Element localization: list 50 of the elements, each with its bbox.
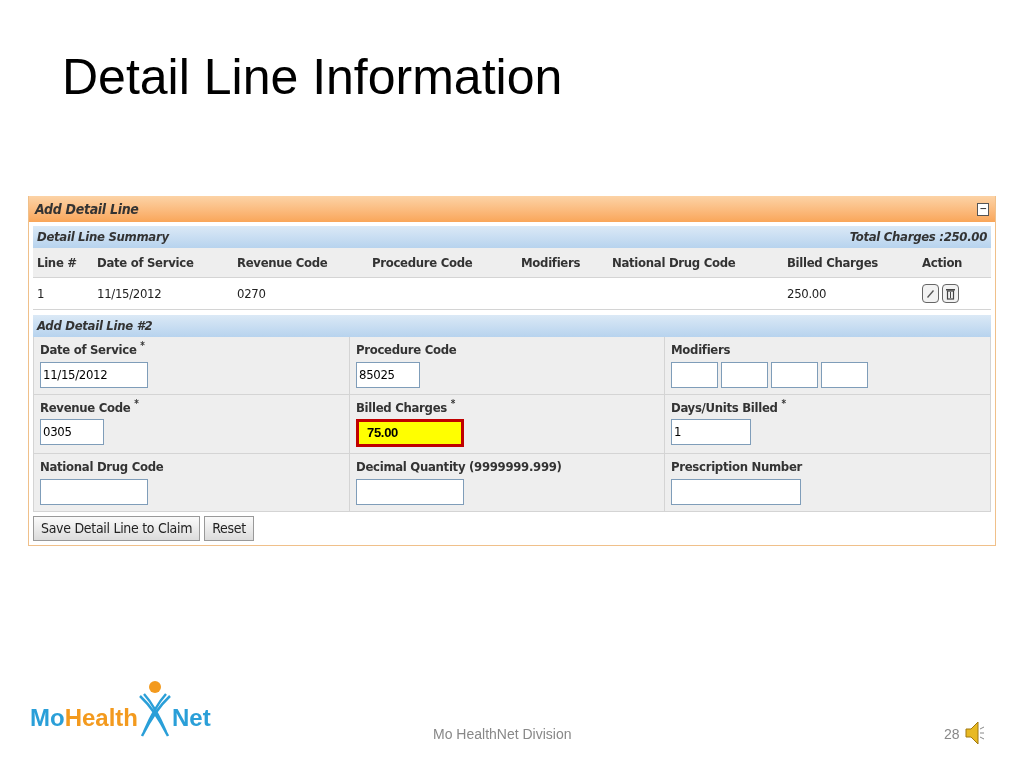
collapse-button[interactable]: −: [977, 202, 989, 216]
page-number: 28: [944, 725, 960, 744]
column-header: Modifiers: [520, 253, 582, 272]
field-label: Date of Service $^{*}$: [40, 340, 146, 359]
form-button[interactable]: Reset: [204, 515, 254, 541]
figure-logo-icon: [138, 680, 172, 738]
input-field[interactable]: 75.00: [356, 419, 464, 447]
slide-footer: Mo HealthNet Division: [433, 724, 572, 745]
modifier-input[interactable]: [721, 361, 768, 388]
column-header: Action: [921, 253, 964, 272]
table-cell-text: 0270: [236, 284, 267, 303]
input-field[interactable]: [671, 478, 801, 505]
slide-title: Detail Line Information: [62, 52, 564, 102]
total-charges: Total Charges :250.00: [849, 228, 987, 247]
summary-title: Detail Line Summary: [37, 228, 169, 247]
input-field[interactable]: [356, 478, 464, 505]
logo-text: Net: [172, 703, 211, 733]
edit-icon[interactable]: [922, 284, 939, 303]
field-label: Billed Charges $^{*}$: [356, 397, 456, 417]
column-header: Procedure Code: [371, 253, 474, 272]
table-cell-text: 11/15/2012: [96, 284, 163, 303]
table-cell-text: 250.00: [786, 284, 828, 303]
modifier-input[interactable]: [821, 361, 868, 388]
input-field[interactable]: [40, 478, 148, 505]
logo-text: Health: [64, 703, 138, 733]
trash-icon[interactable]: [942, 284, 959, 303]
column-header: Revenue Code: [236, 253, 329, 272]
input-field[interactable]: 1: [671, 419, 751, 445]
field-label: Decimal Quantity (9999999.999): [356, 458, 563, 476]
input-field[interactable]: 85025: [356, 361, 420, 388]
field-label: National Drug Code: [40, 458, 165, 476]
speaker-icon[interactable]: [965, 720, 985, 746]
logo-text: Mo: [30, 703, 65, 733]
table-cell-text: 1: [36, 284, 46, 303]
input-field[interactable]: 11/15/2012: [40, 361, 148, 388]
column-header: Date of Service: [96, 253, 195, 272]
form-title: Add Detail Line #2: [37, 317, 153, 336]
field-label: Prescription Number: [671, 458, 804, 476]
field-label: Revenue Code $^{*}$: [40, 397, 140, 417]
column-header: Billed Charges: [786, 253, 879, 272]
column-header: National Drug Code: [611, 253, 737, 272]
field-label: Days/Units Billed $^{*}$: [671, 397, 787, 417]
modifier-input[interactable]: [771, 361, 818, 388]
panel-title: Add Detail Line: [35, 199, 139, 219]
field-label: Procedure Code: [356, 341, 458, 359]
field-label: Modifiers: [671, 341, 732, 359]
input-field[interactable]: 0305: [40, 419, 104, 445]
form-button[interactable]: Save Detail Line to Claim: [33, 515, 201, 541]
column-header: Line #: [36, 253, 78, 272]
modifier-input[interactable]: [671, 361, 718, 388]
